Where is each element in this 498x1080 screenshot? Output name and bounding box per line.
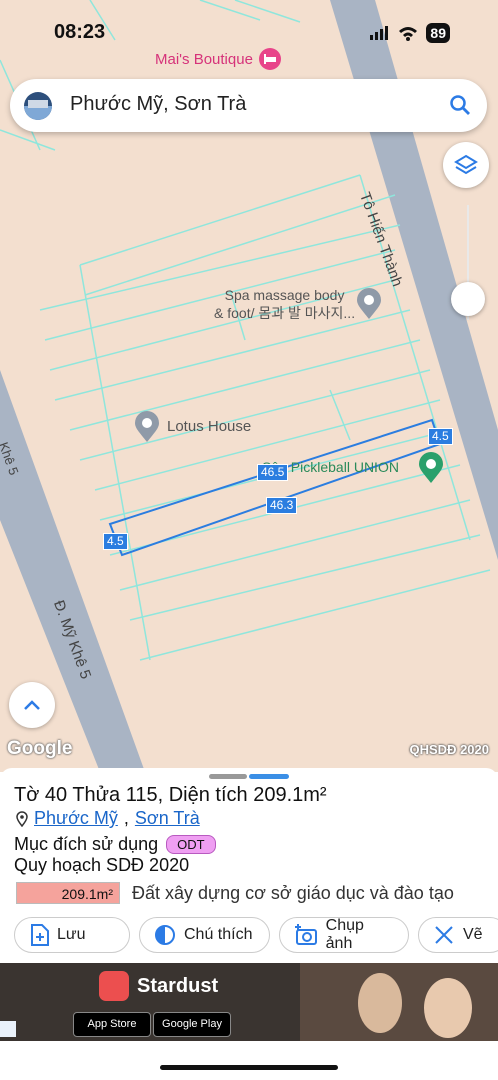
wifi-icon [399,26,418,41]
purpose-row: Mục đích sử dụng ODT [14,834,216,855]
app-store-badge[interactable]: App Store [73,1012,151,1037]
parcel-title: Tờ 40 Thửa 115, Diện tích 209.1m² [14,784,327,806]
save-icon [31,924,49,946]
dimension-label: 46.5 [257,464,289,481]
signal-icon [370,26,389,40]
area-row: 209.1m² Đất xây dựng cơ sở giáo dục và đ… [16,882,454,904]
chevron-up-icon [24,700,40,710]
status-bar: 08:23 89 [0,18,498,52]
search-icon[interactable] [449,94,471,116]
google-logo: Google [7,738,73,759]
screenshot-button[interactable]: Chụp ảnh [279,917,409,953]
expand-button[interactable] [9,682,55,728]
area-description: Đất xây dựng cơ sở giáo dục và đào tạo [132,882,454,903]
poi-lotus-house[interactable]: Lotus House [167,418,251,435]
google-play-badge[interactable]: Google Play [153,1012,231,1037]
avatar[interactable] [24,92,52,120]
status-time: 08:23 [54,21,106,43]
dimension-label: 4.5 [428,428,453,445]
layers-button[interactable] [443,142,489,188]
legend-button[interactable]: Chú thích [139,917,270,953]
search-bar[interactable]: Phước Mỹ, Sơn Trà [10,79,487,132]
layers-icon [454,154,478,175]
draw-button[interactable]: Vẽ [418,917,498,953]
contrast-icon [155,925,175,945]
place-pin-icon[interactable] [356,288,382,320]
location-pin-icon [16,810,28,827]
map-view[interactable]: 08:23 89 Mai's Boutique Phước Mỹ, Sơn Tr… [0,0,498,772]
district-link[interactable]: Sơn Trà [135,808,200,829]
sheet-handle-active[interactable] [249,774,289,779]
battery-indicator: 89 [426,23,450,43]
location-row: Phước Mỹ, Sơn Trà [16,808,200,829]
poi-mais-boutique[interactable]: Mai's Boutique [155,48,281,70]
dimension-label: 4.5 [103,533,128,550]
area-value: 209.1m² [16,882,120,904]
map-credit: QHSDĐ 2020 [409,742,489,757]
stardust-logo-icon [99,971,129,1001]
hotel-icon [258,48,281,70]
dimension-label: 46.3 [266,497,298,514]
ruler-pencil-icon [435,926,453,944]
camera-plus-icon [295,924,317,945]
ad-banner[interactable]: Stardust App Store Google Play [0,963,498,1041]
action-row: Lưu Chú thích Chụp ảnh Vẽ [14,917,498,953]
sport-pin-icon[interactable] [418,452,444,484]
poi-spa-label[interactable]: Spa massage body & foot/ 몸과 발 마사지... [214,286,355,322]
ward-link[interactable]: Phước Mỹ [34,808,118,829]
home-indicator[interactable] [160,1065,338,1070]
search-input[interactable]: Phước Mỹ, Sơn Trà [70,93,246,116]
plan-label: Quy hoạch SDĐ 2020 [14,855,190,875]
place-pin-icon[interactable] [134,411,160,443]
save-button[interactable]: Lưu [14,917,130,953]
land-use-badge: ODT [166,835,216,854]
sheet-handle[interactable] [209,774,247,779]
zoom-slider-handle[interactable] [451,282,485,316]
ad-brand: Stardust [137,974,219,997]
